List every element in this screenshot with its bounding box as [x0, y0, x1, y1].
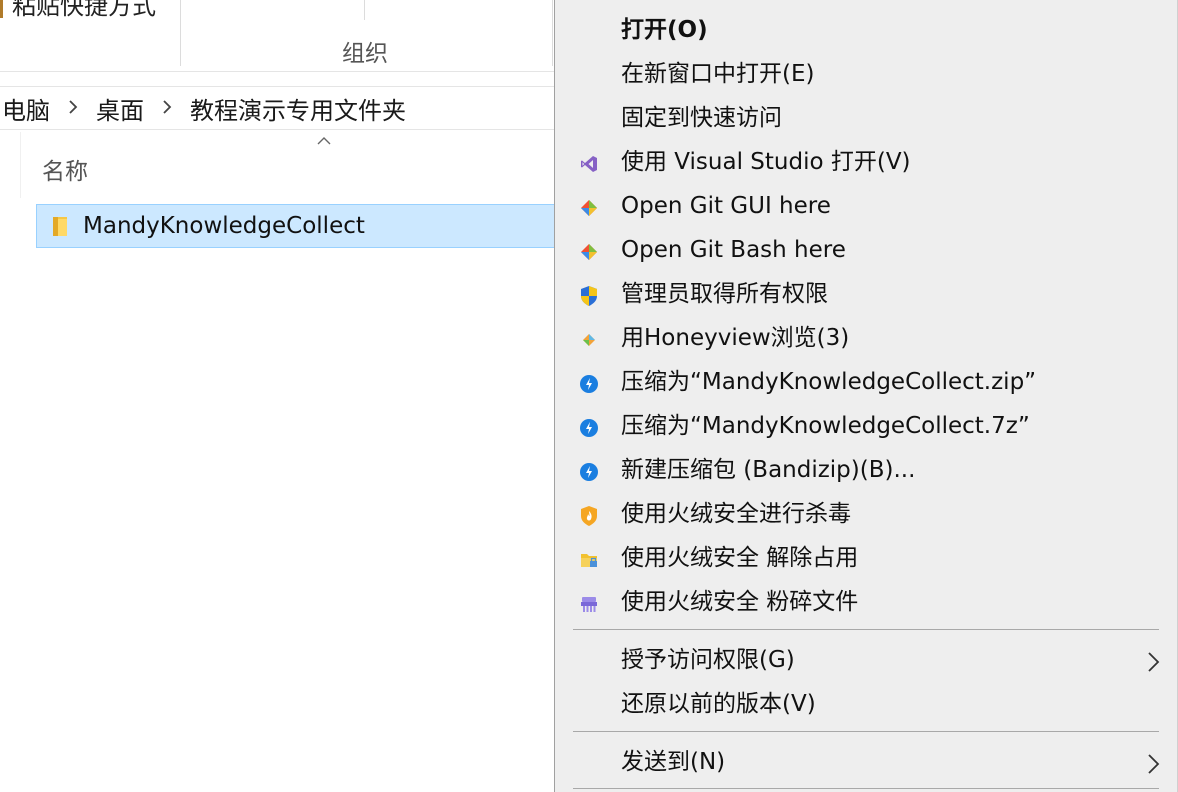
paste-shortcut-button[interactable]: 粘贴快捷方式 — [0, 0, 156, 21]
sort-ascending-icon — [317, 137, 331, 145]
menu-item-new-archive[interactable]: 新建压缩包 (Bandizip)(B)... — [555, 448, 1177, 492]
menu-item-label: 打开(O) — [621, 17, 708, 43]
breadcrumb[interactable]: 电脑 桌面 教程演示专用文件夹 — [0, 86, 554, 130]
menu-item-open-visual-studio[interactable]: 使用 Visual Studio 打开(V) — [555, 140, 1177, 184]
menu-separator — [573, 788, 1159, 789]
menu-item-huorong-scan[interactable]: 使用火绒安全进行杀毒 — [555, 492, 1177, 536]
menu-item-label: 使用火绒安全 解除占用 — [621, 545, 859, 571]
menu-item-label: 发送到(N) — [621, 749, 726, 775]
git-gui-icon — [577, 196, 601, 220]
menu-item-label: 在新窗口中打开(E) — [621, 61, 815, 87]
menu-item-honeyview[interactable]: 用Honeyview浏览(3) — [555, 316, 1177, 360]
honeyview-icon — [577, 328, 601, 352]
menu-item-label: 使用火绒安全进行杀毒 — [621, 501, 851, 527]
breadcrumb-item-folder[interactable]: 教程演示专用文件夹 — [188, 91, 408, 126]
menu-item-give-access[interactable]: 授予访问权限(G) — [555, 638, 1177, 682]
paste-shortcut-icon — [0, 0, 6, 18]
menu-item-huorong-shred[interactable]: 使用火绒安全 粉碎文件 — [555, 580, 1177, 624]
menu-item-label: 管理员取得所有权限 — [621, 281, 828, 307]
list-item[interactable]: MandyKnowledgeCollect — [36, 204, 556, 248]
paste-shortcut-label: 粘贴快捷方式 — [12, 0, 156, 20]
menu-item-label: Open Git Bash here — [621, 237, 846, 263]
menu-item-git-gui[interactable]: Open Git GUI here — [555, 184, 1177, 228]
menu-item-open-new-window[interactable]: 在新窗口中打开(E) — [555, 52, 1177, 96]
bandizip-icon — [577, 460, 601, 484]
column-header-name[interactable]: 名称 — [42, 152, 88, 186]
chevron-right-icon — [1148, 652, 1160, 672]
bandizip-icon — [577, 416, 601, 440]
ribbon-divider — [364, 0, 365, 20]
menu-separator — [573, 629, 1159, 630]
menu-item-label: 用Honeyview浏览(3) — [621, 325, 850, 351]
menu-item-git-bash[interactable]: Open Git Bash here — [555, 228, 1177, 272]
menu-item-compress-zip[interactable]: 压缩为“MandyKnowledgeCollect.zip” — [555, 360, 1177, 404]
menu-item-label: 压缩为“MandyKnowledgeCollect.zip” — [621, 369, 1037, 395]
chevron-right-icon[interactable] — [162, 99, 172, 118]
menu-item-label: Open Git GUI here — [621, 193, 831, 219]
menu-item-take-ownership[interactable]: 管理员取得所有权限 — [555, 272, 1177, 316]
file-name: MandyKnowledgeCollect — [83, 213, 365, 239]
menu-item-label: 使用 Visual Studio 打开(V) — [621, 149, 911, 175]
menu-item-label: 压缩为“MandyKnowledgeCollect.7z” — [621, 413, 1030, 439]
breadcrumb-item-pc[interactable]: 电脑 — [0, 91, 52, 126]
unlock-file-icon — [577, 548, 601, 572]
menu-item-huorong-unlock[interactable]: 使用火绒安全 解除占用 — [555, 536, 1177, 580]
menu-item-compress-7z[interactable]: 压缩为“MandyKnowledgeCollect.7z” — [555, 404, 1177, 448]
git-bash-icon — [577, 240, 601, 264]
context-menu: 打开(O) 在新窗口中打开(E) 固定到快速访问 使用 Visual Studi… — [554, 0, 1178, 792]
menu-item-open[interactable]: 打开(O) — [555, 8, 1177, 52]
ribbon: 粘贴快捷方式 组织 — [0, 0, 554, 72]
ribbon-divider — [180, 0, 181, 66]
visual-studio-icon — [577, 152, 601, 176]
bandizip-icon — [577, 372, 601, 396]
menu-item-label: 还原以前的版本(V) — [621, 691, 816, 717]
folder-icon — [53, 217, 67, 236]
menu-item-label: 授予访问权限(G) — [621, 647, 795, 673]
menu-item-label: 使用火绒安全 粉碎文件 — [621, 589, 859, 615]
huorong-icon — [577, 504, 601, 528]
ribbon-group-label: 组织 — [342, 41, 388, 67]
uac-shield-icon — [577, 284, 601, 308]
menu-item-restore-versions[interactable]: 还原以前的版本(V) — [555, 682, 1177, 726]
menu-separator — [573, 731, 1159, 732]
chevron-right-icon[interactable] — [68, 99, 78, 118]
menu-item-label: 新建压缩包 (Bandizip)(B)... — [621, 457, 916, 483]
menu-item-send-to[interactable]: 发送到(N) — [555, 740, 1177, 784]
ribbon-divider — [552, 0, 553, 66]
menu-item-label: 固定到快速访问 — [621, 105, 782, 131]
menu-item-pin-quick-access[interactable]: 固定到快速访问 — [555, 96, 1177, 140]
shredder-icon — [577, 592, 601, 616]
chevron-right-icon — [1148, 754, 1160, 774]
breadcrumb-item-desktop[interactable]: 桌面 — [94, 91, 146, 126]
column-divider — [20, 132, 21, 198]
